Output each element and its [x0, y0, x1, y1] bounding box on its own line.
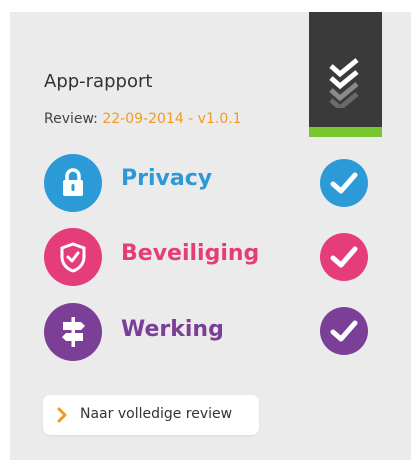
privacy-check-icon — [320, 159, 368, 207]
badge-accent-stripe — [309, 127, 382, 137]
review-info: Review: 22-09-2014 - v1.0.1 — [44, 111, 242, 127]
full-review-button[interactable]: Naar volledige review — [43, 395, 259, 435]
category-werking-label: Werking — [121, 317, 224, 342]
category-beveiliging-label: Beveiliging — [121, 241, 260, 266]
chevron-right-icon — [57, 407, 67, 423]
page-title: App-rapport — [44, 71, 153, 92]
full-review-button-label: Naar volledige review — [80, 406, 233, 422]
beveiliging-check-icon — [320, 233, 368, 281]
category-privacy-label: Privacy — [121, 166, 213, 191]
signpost-icon — [44, 303, 102, 361]
review-label: Review: — [44, 111, 98, 127]
review-date-version: 22-09-2014 - v1.0.1 — [102, 111, 242, 127]
werking-check-icon — [320, 307, 368, 355]
lock-icon — [44, 154, 102, 212]
shield-icon — [44, 228, 102, 286]
report-badge — [309, 12, 382, 137]
double-check-icon — [329, 58, 359, 108]
